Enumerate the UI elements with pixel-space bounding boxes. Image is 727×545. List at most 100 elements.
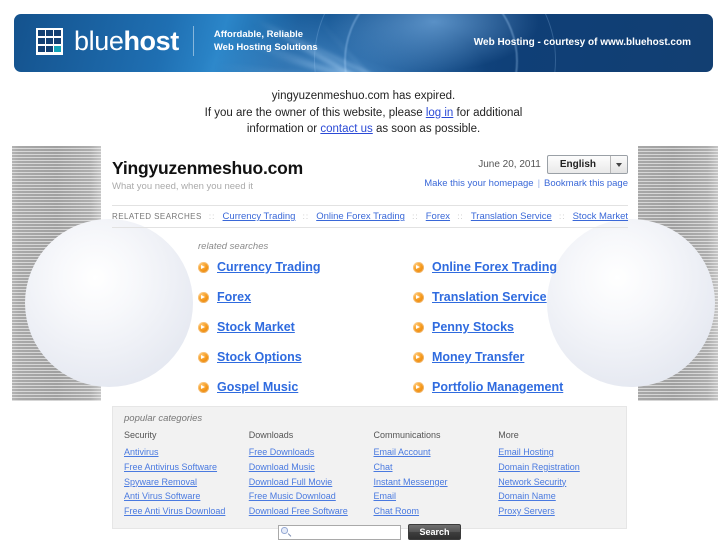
category-link[interactable]: Download Full Movie (249, 475, 366, 490)
related-bar-link-4[interactable]: Stock Market (573, 211, 628, 222)
list-item[interactable]: Stock Market (198, 320, 413, 334)
category-column-security: Security Antivirus Free Antivirus Softwa… (124, 430, 241, 519)
bar-separator: :: (457, 212, 464, 221)
notice-line-3: information or contact us as soon as pos… (0, 121, 727, 138)
category-link[interactable]: Email Account (374, 445, 491, 460)
right-decorative-stripes (629, 146, 718, 401)
category-link[interactable]: Download Free Software (249, 504, 366, 519)
contact-us-link[interactable]: contact us (320, 123, 372, 135)
bar-separator: :: (208, 212, 216, 221)
list-item[interactable]: Money Transfer (413, 350, 628, 364)
banner-tagline-line1: Affordable, Reliable (213, 29, 304, 40)
category-link[interactable]: Antivirus (124, 445, 241, 460)
related-bar-link-3[interactable]: Translation Service (471, 211, 552, 222)
category-link[interactable]: Domain Name (498, 489, 615, 504)
header-utility-area: June 20, 2011 English Make this your hom… (424, 155, 628, 189)
bar-separator: :: (302, 212, 310, 221)
list-item[interactable]: Gospel Music (198, 380, 413, 394)
chevron-down-icon (610, 156, 627, 173)
category-link[interactable]: Email Hosting (498, 445, 615, 460)
category-heading: Security (124, 430, 157, 440)
related-searches-caption: related searches (198, 241, 269, 252)
category-link[interactable]: Network Security (498, 475, 615, 490)
related-link-1[interactable]: Online Forex Trading (432, 260, 557, 274)
list-item[interactable]: Online Forex Trading (413, 260, 628, 274)
search-bar: Search (101, 524, 638, 540)
main-content: Yingyuzenmeshuo.com What you need, when … (25, 146, 715, 545)
notice-line-2-post: for additional (453, 106, 523, 119)
category-link[interactable]: Free Antivirus Software (124, 460, 241, 475)
related-link-9[interactable]: Portfolio Management (432, 380, 563, 394)
arrow-right-icon (198, 291, 209, 303)
arrow-right-icon (413, 351, 424, 363)
related-link-0[interactable]: Currency Trading (217, 260, 321, 274)
logo-divider (192, 26, 194, 56)
related-link-8[interactable]: Gospel Music (217, 380, 298, 394)
list-item[interactable]: Currency Trading (198, 260, 413, 274)
banner-tagline-line2: Web Hosting Solutions (213, 42, 318, 53)
arrow-right-icon (198, 381, 209, 393)
related-searches-bar: RELATED SEARCHES :: Currency Trading :: … (112, 205, 628, 228)
related-bar-link-2[interactable]: Forex (426, 211, 450, 222)
search-button[interactable]: Search (408, 524, 461, 540)
banner-credit-text: Web Hosting - courtesy of www.bluehost.c… (473, 37, 691, 48)
related-bar-link-1[interactable]: Online Forex Trading (316, 211, 405, 222)
page-header: Yingyuzenmeshuo.com What you need, when … (101, 146, 638, 193)
related-link-6[interactable]: Stock Options (217, 350, 302, 364)
category-link[interactable]: Proxy Servers (498, 504, 615, 519)
search-field-wrapper[interactable] (278, 524, 402, 540)
category-link[interactable]: Free Downloads (249, 445, 366, 460)
related-link-7[interactable]: Money Transfer (432, 350, 524, 364)
search-input[interactable] (291, 526, 401, 538)
bar-separator: :: (412, 212, 419, 221)
category-link[interactable]: Free Anti Virus Download (124, 504, 241, 519)
banner-background: bluehost Affordable, Reliable Web Hostin… (14, 14, 713, 72)
category-link[interactable]: Chat Room (374, 504, 491, 519)
notice-line-2-pre: If you are the owner of this website, pl… (204, 106, 426, 119)
list-item[interactable]: Translation Service (413, 290, 628, 304)
category-column-downloads: Downloads Free Downloads Download Music … (249, 430, 366, 519)
left-decorative-stripes (12, 146, 101, 401)
list-item[interactable]: Stock Options (198, 350, 413, 364)
notice-line-2: If you are the owner of this website, pl… (0, 105, 727, 122)
popular-categories-grid: Security Antivirus Free Antivirus Softwa… (124, 430, 615, 519)
arrow-right-icon (413, 291, 424, 303)
language-select[interactable]: English (546, 155, 628, 174)
login-link[interactable]: log in (426, 107, 454, 119)
grid-icon (36, 27, 63, 55)
list-item[interactable]: Penny Stocks (413, 320, 628, 334)
arrow-right-icon (413, 381, 424, 393)
language-select-value: English (559, 159, 596, 170)
logo-wordmark: bluehost (74, 27, 179, 55)
category-heading: More (498, 430, 519, 440)
related-searches-section: related searches Currency Trading Online… (112, 228, 628, 394)
category-link[interactable]: Download Music (249, 460, 366, 475)
related-link-5[interactable]: Penny Stocks (432, 320, 514, 334)
make-homepage-link[interactable]: Make this your homepage (424, 178, 533, 189)
list-item[interactable]: Forex (198, 290, 413, 304)
popular-categories-caption: popular categories (124, 413, 203, 424)
category-link[interactable]: Chat (374, 460, 491, 475)
related-link-2[interactable]: Forex (217, 290, 251, 304)
category-link[interactable]: Free Music Download (249, 489, 366, 504)
category-link[interactable]: Spyware Removal (124, 475, 241, 490)
bookmark-page-link[interactable]: Bookmark this page (544, 178, 628, 189)
arrow-right-icon (198, 321, 209, 333)
related-bar-link-0[interactable]: Currency Trading (223, 211, 296, 222)
arrow-right-icon (198, 261, 209, 273)
category-heading: Downloads (248, 430, 294, 440)
category-column-communications: Communications Email Account Chat Instan… (374, 430, 491, 519)
category-link[interactable]: Domain Registration (498, 460, 615, 475)
arrow-right-icon (413, 321, 424, 333)
category-link[interactable]: Email (374, 489, 491, 504)
category-column-more: More Email Hosting Domain Registration N… (498, 430, 615, 519)
current-date: June 20, 2011 (478, 159, 541, 170)
list-item[interactable]: Portfolio Management (413, 380, 628, 394)
related-link-3[interactable]: Translation Service (432, 290, 547, 304)
related-link-4[interactable]: Stock Market (217, 320, 295, 334)
bluehost-logo[interactable]: bluehost Affordable, Reliable Web Hostin… (36, 26, 318, 56)
category-link[interactable]: Anti Virus Software (124, 489, 241, 504)
bluehost-banner: bluehost Affordable, Reliable Web Hostin… (14, 14, 713, 72)
notice-line-3-post: as soon as possible. (372, 123, 481, 135)
category-link[interactable]: Instant Messenger (374, 475, 491, 490)
